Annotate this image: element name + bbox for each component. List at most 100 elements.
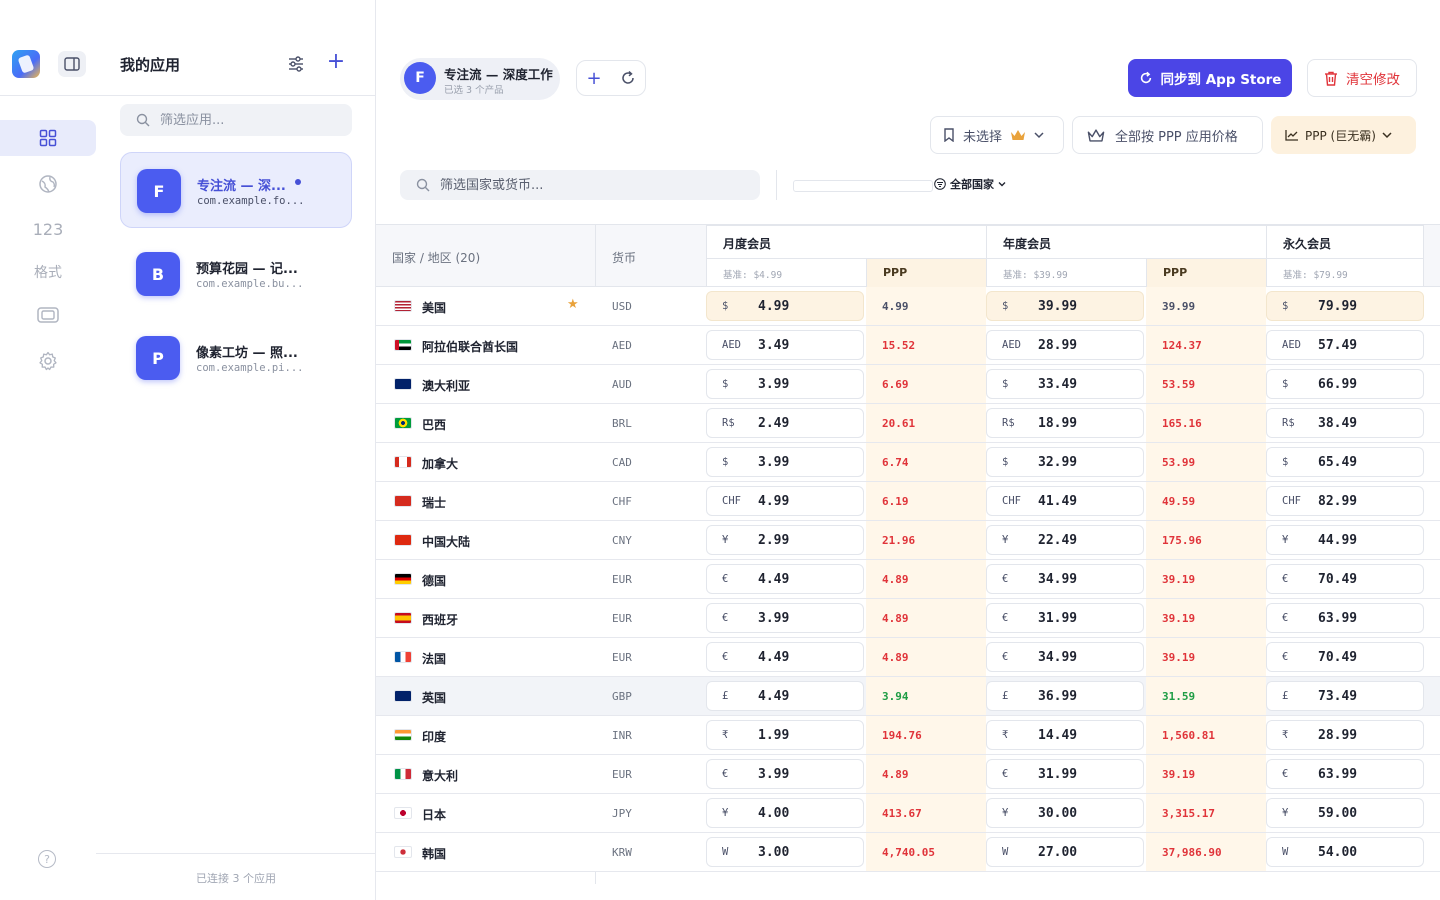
price-input-lifetime[interactable]: €63.99 <box>1266 759 1424 789</box>
price-input-monthly[interactable]: ¥2.99 <box>706 525 864 555</box>
price-input-lifetime[interactable]: AED 57.49 <box>1266 330 1424 360</box>
price-input-monthly[interactable]: W 3.00 <box>706 837 864 867</box>
table-row[interactable]: 德国 EUR €4.49 4.89 €34.99 39.19 €70.49 <box>376 560 1440 599</box>
price-input-yearly[interactable]: CHF 41.49 <box>986 486 1144 516</box>
price-value: 28.99 <box>1318 728 1358 743</box>
price-input-lifetime[interactable]: ¥44.99 <box>1266 525 1424 555</box>
table-row[interactable]: 阿拉伯联合酋长国 AED AED 3.49 15.52 AED 28.99 124.37 AED… <box>376 326 1440 365</box>
price-input-yearly[interactable]: £36.99 <box>986 681 1144 711</box>
price-input-yearly[interactable]: €31.99 <box>986 759 1144 789</box>
price-input-lifetime[interactable]: €70.49 <box>1266 642 1424 672</box>
rail-item-settings[interactable] <box>0 343 96 379</box>
price-input-yearly[interactable]: €34.99 <box>986 564 1144 594</box>
price-input-monthly[interactable]: €3.99 <box>706 759 864 789</box>
price-input-yearly[interactable]: $33.49 <box>986 369 1144 399</box>
price-input-monthly[interactable]: £4.49 <box>706 681 864 711</box>
table-row[interactable]: 英国 GBP £4.49 3.94 £36.99 31.59 £73.49 <box>376 677 1440 716</box>
app-search-input[interactable] <box>160 112 340 128</box>
star-icon[interactable]: ★ <box>567 297 579 312</box>
price-input-monthly[interactable]: ₹1.99 <box>706 720 864 750</box>
table-row[interactable]: 法国 EUR €4.49 4.89 €34.99 39.19 €70.49 <box>376 638 1440 677</box>
price-input-yearly[interactable]: $32.99 <box>986 447 1144 477</box>
add-product-button[interactable]: + <box>577 61 611 95</box>
app-search-field[interactable] <box>120 104 352 136</box>
column-header-currency[interactable]: 货币 <box>612 249 636 266</box>
price-input-monthly[interactable]: CHF 4.99 <box>706 486 864 516</box>
price-input-yearly[interactable]: R$ 18.99 <box>986 408 1144 438</box>
price-input-yearly[interactable]: AED 28.99 <box>986 330 1144 360</box>
table-row[interactable]: 巴西 BRL R$ 2.49 20.61 R$ 18.99 165.16 R$ 38.49 <box>376 404 1440 443</box>
price-input-monthly[interactable]: $4.99 <box>706 291 864 321</box>
horizontal-scrollbar[interactable] <box>376 884 1440 900</box>
price-input-monthly[interactable]: AED 3.49 <box>706 330 864 360</box>
price-input-monthly[interactable]: €3.99 <box>706 603 864 633</box>
ppp-mode-select[interactable]: PPP (巨无霸) <box>1271 116 1416 154</box>
country-search-field[interactable] <box>400 170 760 200</box>
table-row[interactable]: 瑞士 CHF CHF 4.99 6.19 CHF 41.49 49.59 CHF 82.99 <box>376 482 1440 521</box>
rail-item-numbers[interactable]: 123 <box>0 211 96 247</box>
apply-ppp-all-button[interactable]: 全部按 PPP 应用价格 <box>1072 116 1263 154</box>
chevron-down-icon <box>1034 132 1044 139</box>
price-input-lifetime[interactable]: $79.99 <box>1266 291 1424 321</box>
price-input-yearly[interactable]: $39.99 <box>986 291 1144 321</box>
rail-item-apps[interactable] <box>0 120 96 156</box>
price-input-yearly[interactable]: €34.99 <box>986 642 1144 672</box>
range-slider[interactable] <box>793 180 933 192</box>
help-icon[interactable]: ? <box>38 850 56 868</box>
table-row[interactable]: 日本 JPY ¥4.00 413.67 ¥30.00 3,315.17 ¥59.00 <box>376 794 1440 833</box>
price-input-monthly[interactable]: $3.99 <box>706 447 864 477</box>
table-row[interactable]: 中国大陆 CNY ¥2.99 21.96 ¥22.49 175.96 ¥44.99 <box>376 521 1440 560</box>
table-row[interactable]: 意大利 EUR €3.99 4.89 €31.99 39.19 €63.99 <box>376 755 1440 794</box>
price-input-lifetime[interactable]: $65.49 <box>1266 447 1424 477</box>
price-input-yearly[interactable]: ₹14.49 <box>986 720 1144 750</box>
price-input-monthly[interactable]: €4.49 <box>706 564 864 594</box>
ppp-value: 21.96 <box>882 534 916 547</box>
price-input-lifetime[interactable]: €63.99 <box>1266 603 1424 633</box>
add-app-button[interactable]: + <box>326 51 346 73</box>
price-input-monthly[interactable]: ¥4.00 <box>706 798 864 828</box>
clear-changes-button[interactable]: 清空修改 <box>1307 59 1417 97</box>
table-row[interactable]: 澳大利亚 AUD $3.99 6.69 $33.49 53.59 $66.99 <box>376 365 1440 404</box>
region-filter-select[interactable]: 全部国家 <box>934 176 1006 192</box>
currency-symbol: $ <box>1002 300 1009 312</box>
ppp-cell-monthly: 15.52 <box>866 326 986 364</box>
table-row[interactable]: 美国 ★ USD $4.99 4.99 $39.99 39.99 $79.99 <box>376 287 1440 326</box>
rail-item-format[interactable]: 格式 <box>0 254 96 290</box>
price-input-yearly[interactable]: ¥22.49 <box>986 525 1144 555</box>
preset-select[interactable]: 未选择 <box>930 116 1064 154</box>
sidebar-toggle-button[interactable] <box>58 51 86 77</box>
table-row[interactable]: 西班牙 EUR €3.99 4.89 €31.99 39.19 €63.99 <box>376 599 1440 638</box>
table-row[interactable]: 韩国 KRW W 3.00 4,740.05 W 27.00 37,986.90 W 54.00 <box>376 833 1440 872</box>
rail-item-media[interactable] <box>0 297 96 333</box>
price-input-yearly[interactable]: €31.99 <box>986 603 1144 633</box>
rail-item-globe[interactable] <box>0 166 96 202</box>
app-card-0[interactable]: F 专注流 — 深... com.example.fo... <box>120 152 352 228</box>
country-search-input[interactable] <box>440 177 740 193</box>
price-input-lifetime[interactable]: $66.99 <box>1266 369 1424 399</box>
table-row[interactable]: 加拿大 CAD $3.99 6.74 $32.99 53.99 $65.49 <box>376 443 1440 482</box>
sidebar-filter-button[interactable] <box>286 54 306 74</box>
refresh-button[interactable] <box>611 61 645 95</box>
price-input-lifetime[interactable]: W 54.00 <box>1266 837 1424 867</box>
price-input-lifetime[interactable]: R$ 38.49 <box>1266 408 1424 438</box>
price-input-monthly[interactable]: R$ 2.49 <box>706 408 864 438</box>
selected-app-chip[interactable]: F 专注流 — 深度工作 已选 3 个产品 <box>400 58 560 100</box>
price-input-lifetime[interactable]: CHF 82.99 <box>1266 486 1424 516</box>
price-input-monthly[interactable]: $3.99 <box>706 369 864 399</box>
price-input-yearly[interactable]: ¥30.00 <box>986 798 1144 828</box>
price-input-lifetime[interactable]: £73.49 <box>1266 681 1424 711</box>
price-input-yearly[interactable]: W 27.00 <box>986 837 1144 867</box>
price-input-lifetime[interactable]: ₹28.99 <box>1266 720 1424 750</box>
ppp-cell-monthly: 413.67 <box>866 794 986 832</box>
app-card-2[interactable]: P 像素工坊 — 照... com.example.pi... <box>120 320 352 396</box>
table-row[interactable]: 印度 INR ₹1.99 194.76 ₹14.49 1,560.81 ₹28.99 <box>376 716 1440 755</box>
price-input-monthly[interactable]: €4.49 <box>706 642 864 672</box>
column-header-country[interactable]: 国家 / 地区 (20) <box>392 249 480 266</box>
price-input-lifetime[interactable]: €70.49 <box>1266 564 1424 594</box>
app-card-1[interactable]: B 预算花园 — 记... com.example.bu... <box>120 236 352 312</box>
price-input-lifetime[interactable]: ¥59.00 <box>1266 798 1424 828</box>
sync-app-store-button[interactable]: 同步到 App Store <box>1128 59 1292 97</box>
price-value: 82.99 <box>1318 494 1358 509</box>
crown-icon <box>1011 130 1026 140</box>
currency-code: EUR <box>612 651 632 664</box>
